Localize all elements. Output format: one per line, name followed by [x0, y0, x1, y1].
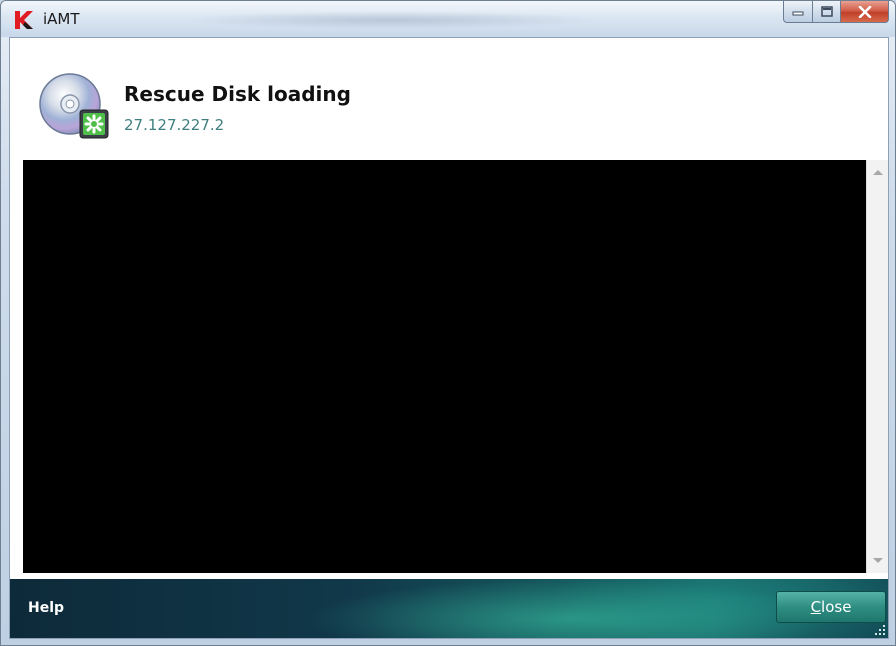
scroll-up-arrow-icon[interactable]	[873, 170, 883, 175]
remote-console-screen[interactable]	[23, 160, 866, 573]
title-bar[interactable]: iAMT	[1, 1, 895, 37]
vertical-scrollbar[interactable]	[866, 160, 888, 573]
page-title: Rescue Disk loading	[124, 82, 351, 106]
resize-grip-icon[interactable]	[874, 624, 886, 636]
title-bar-glass	[181, 11, 601, 29]
close-button-label: lose	[821, 598, 852, 616]
target-address: 27.127.227.2	[124, 116, 225, 134]
dialog-footer: Help Close	[10, 579, 888, 638]
help-link[interactable]: Help	[28, 600, 64, 616]
rescue-disc-icon	[39, 73, 109, 139]
window-title: iAMT	[43, 10, 80, 28]
scroll-down-arrow-icon[interactable]	[873, 558, 883, 563]
minimize-icon	[792, 11, 804, 15]
close-x-icon	[858, 5, 871, 18]
maximize-icon	[820, 6, 833, 17]
caption-buttons	[783, 1, 889, 23]
kaspersky-k-icon	[15, 11, 33, 29]
dialog-header: Rescue Disk loading 27.127.227.2	[10, 38, 888, 160]
dialog-content: Rescue Disk loading 27.127.227.2 Help Cl…	[9, 37, 889, 639]
close-button-mnemonic: C	[810, 598, 822, 616]
app-window: iAMT Rescue Disk loading 27.127.227.2 He…	[0, 0, 896, 646]
maximize-button[interactable]	[813, 1, 841, 23]
close-button[interactable]: Close	[776, 591, 886, 623]
minimize-button[interactable]	[783, 1, 813, 23]
close-window-button[interactable]	[841, 1, 889, 23]
